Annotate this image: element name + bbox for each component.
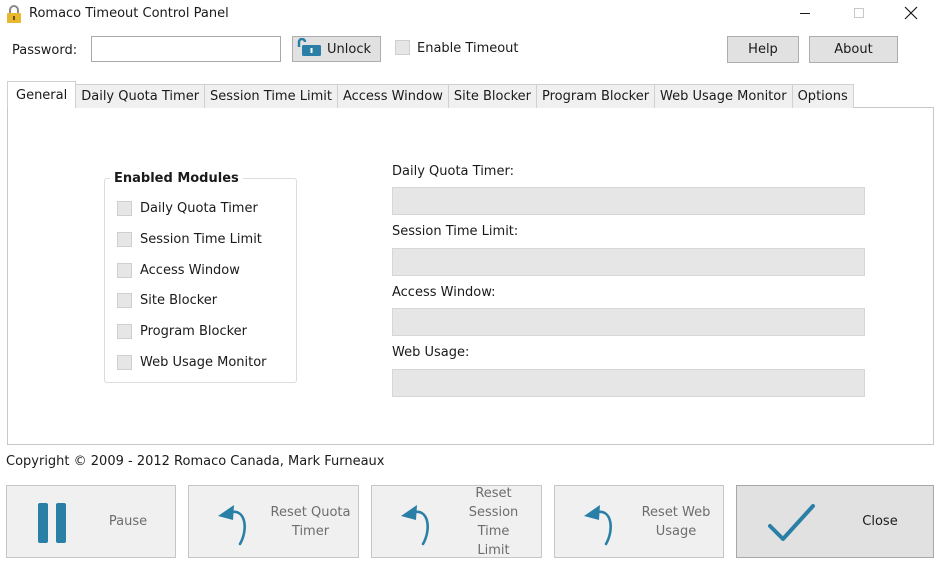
- tab-program-blocker[interactable]: Program Blocker: [536, 84, 656, 108]
- pause-label: Pause: [108, 514, 148, 529]
- title-bar: Romaco Timeout Control Panel: [0, 0, 940, 30]
- session-time-limit-field: [392, 248, 865, 276]
- close-icon: [904, 6, 918, 24]
- enable-timeout-checkbox[interactable]: [395, 40, 410, 55]
- daily-quota-timer-field: [392, 187, 865, 215]
- module-access-window[interactable]: Access Window: [117, 261, 240, 279]
- module-web-usage-monitor[interactable]: Web Usage Monitor: [117, 353, 267, 371]
- tab-site-blocker[interactable]: Site Blocker: [447, 84, 538, 108]
- checkbox[interactable]: [117, 231, 132, 247]
- minimize-icon: [799, 7, 811, 23]
- module-label: Program Blocker: [140, 323, 248, 339]
- module-label: Access Window: [140, 262, 240, 278]
- module-label: Site Blocker: [140, 292, 218, 308]
- daily-quota-timer-label: Daily Quota Timer:: [392, 164, 514, 179]
- tab-general[interactable]: General: [7, 81, 77, 108]
- close-button[interactable]: Close: [736, 485, 934, 558]
- module-session-time-limit[interactable]: Session Time Limit: [117, 230, 262, 248]
- reset-session-time-limit-label: Reset Session Time Limit: [468, 485, 519, 558]
- password-label: Password:: [12, 43, 78, 58]
- reset-web-usage-label: Reset Web Usage: [641, 504, 711, 539]
- close-label: Close: [862, 514, 898, 529]
- undo-arrow-icon: [372, 486, 462, 559]
- module-program-blocker[interactable]: Program Blocker: [117, 322, 247, 340]
- maximize-icon: [853, 7, 865, 23]
- pause-icon: [7, 486, 97, 559]
- checkbox[interactable]: [117, 262, 132, 278]
- padlock-icon: [6, 5, 22, 23]
- web-usage-label: Web Usage:: [392, 345, 470, 360]
- module-label: Web Usage Monitor: [140, 354, 267, 370]
- tab-web-usage-monitor[interactable]: Web Usage Monitor: [654, 84, 793, 108]
- tab-options[interactable]: Options: [791, 84, 854, 108]
- reset-web-usage-button[interactable]: Reset Web Usage: [554, 485, 724, 558]
- enabled-modules-title: Enabled Modules: [110, 171, 243, 186]
- about-button[interactable]: About: [809, 36, 898, 63]
- password-input[interactable]: [91, 36, 281, 62]
- checkbox[interactable]: [117, 354, 132, 370]
- checkbox[interactable]: [117, 200, 132, 216]
- web-usage-field: [392, 369, 865, 397]
- tab-access-window[interactable]: Access Window: [336, 84, 449, 108]
- session-time-limit-label: Session Time Limit:: [392, 224, 519, 239]
- window-title: Romaco Timeout Control Panel: [29, 6, 229, 21]
- reset-session-time-limit-button[interactable]: Reset Session Time Limit: [371, 485, 542, 558]
- reset-quota-timer-label: Reset Quota Timer: [270, 504, 351, 539]
- unlock-icon: [296, 37, 322, 60]
- module-label: Session Time Limit: [140, 231, 262, 247]
- enable-timeout-label[interactable]: Enable Timeout: [417, 41, 519, 56]
- tab-daily-quota-timer[interactable]: Daily Quota Timer: [75, 84, 206, 108]
- module-site-blocker[interactable]: Site Blocker: [117, 291, 217, 309]
- pause-button[interactable]: Pause: [6, 485, 176, 558]
- checkmark-icon: [737, 486, 847, 559]
- module-label: Daily Quota Timer: [140, 200, 258, 216]
- module-daily-quota-timer[interactable]: Daily Quota Timer: [117, 199, 258, 217]
- undo-arrow-icon: [555, 486, 645, 559]
- help-button[interactable]: Help: [727, 36, 799, 63]
- tab-strip: General Daily Quota Timer Session Time L…: [7, 81, 854, 108]
- undo-arrow-icon: [189, 486, 279, 559]
- checkbox[interactable]: [117, 323, 132, 339]
- access-window-field: [392, 308, 865, 336]
- checkbox[interactable]: [117, 292, 132, 308]
- unlock-label: Unlock: [327, 41, 371, 57]
- access-window-label: Access Window:: [392, 285, 496, 300]
- unlock-button[interactable]: Unlock: [292, 36, 381, 62]
- tab-session-time-limit[interactable]: Session Time Limit: [204, 84, 338, 108]
- reset-quota-timer-button[interactable]: Reset Quota Timer: [188, 485, 359, 558]
- close-window-button[interactable]: [888, 0, 934, 30]
- minimize-button[interactable]: [782, 0, 828, 30]
- maximize-button[interactable]: [836, 0, 882, 30]
- copyright-text: Copyright © 2009 - 2012 Romaco Canada, M…: [6, 454, 385, 469]
